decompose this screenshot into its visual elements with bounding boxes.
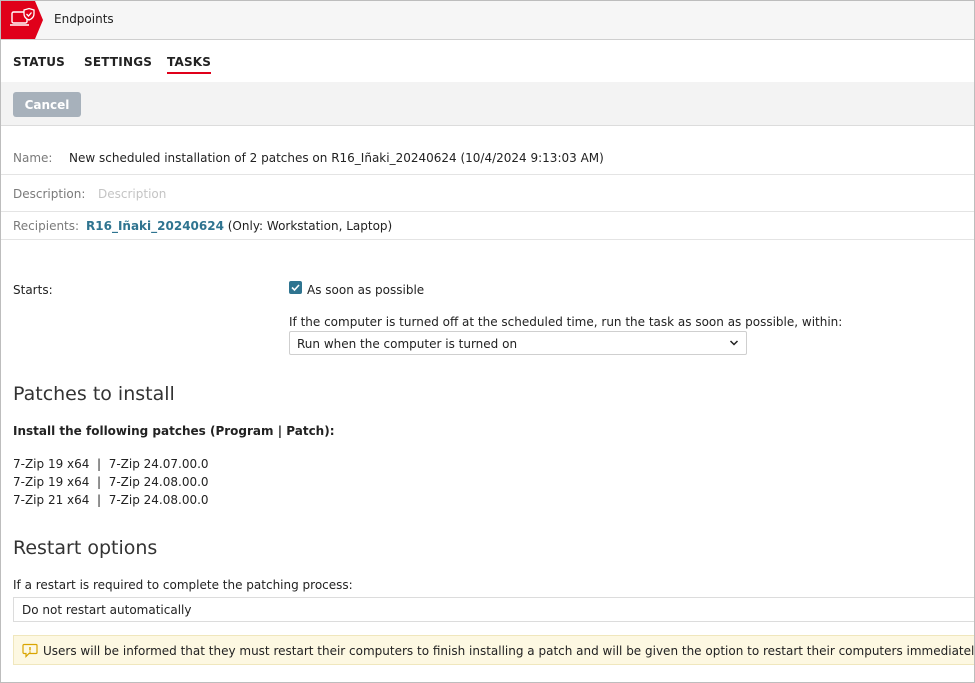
- restart-question: If a restart is required to complete the…: [13, 578, 353, 592]
- patch-item: 7-Zip 19 x64 | 7-Zip 24.07.00.0: [13, 457, 209, 471]
- tab-status[interactable]: STATUS: [13, 55, 65, 69]
- toolbar: Cancel: [1, 82, 974, 126]
- recipients-row: Recipients: R16_Iñaki_20240624 (Only: Wo…: [1, 212, 974, 240]
- recipients-filter: (Only: Workstation, Laptop): [223, 219, 393, 233]
- description-label: Description:: [13, 187, 86, 201]
- patch-item: 7-Zip 21 x64 | 7-Zip 24.08.00.0: [13, 493, 209, 507]
- patches-subtitle: Install the following patches (Program |…: [13, 424, 335, 438]
- restart-notice-text: Users will be informed that they must re…: [43, 644, 975, 658]
- recipients-link[interactable]: R16_Iñaki_20240624: [86, 219, 224, 233]
- tab-tasks[interactable]: TASKS: [167, 55, 212, 74]
- run-within-value: Run when the computer is turned on: [297, 337, 518, 351]
- tab-settings[interactable]: SETTINGS: [84, 55, 152, 69]
- name-label: Name:: [13, 151, 53, 165]
- window: Endpoints STATUS SETTINGS TASKS Cancel N…: [0, 0, 975, 683]
- chevron-down-icon: [729, 340, 739, 346]
- description-input[interactable]: Description: [98, 187, 166, 201]
- description-row: Description: Description: [1, 175, 974, 212]
- asap-checkbox[interactable]: [289, 281, 302, 294]
- offline-hint: If the computer is turned off at the sch…: [289, 315, 843, 329]
- tab-bar: STATUS SETTINGS TASKS: [1, 40, 974, 82]
- asap-label[interactable]: As soon as possible: [307, 283, 424, 297]
- task-name: New scheduled installation of 2 patches …: [69, 151, 604, 165]
- restart-title: Restart options: [13, 537, 158, 559]
- patches-title: Patches to install: [13, 383, 175, 405]
- name-row: Name: New scheduled installation of 2 pa…: [1, 127, 974, 175]
- restart-notice: Users will be informed that they must re…: [13, 635, 975, 665]
- restart-value: Do not restart automatically: [22, 603, 192, 617]
- app-title: Endpoints: [54, 12, 114, 26]
- restart-select[interactable]: Do not restart automatically: [13, 597, 974, 622]
- run-within-select[interactable]: Run when the computer is turned on: [289, 331, 747, 355]
- shield-check-icon[interactable]: [1, 1, 43, 39]
- recipients-label: Recipients:: [13, 219, 80, 233]
- recipients-value: R16_Iñaki_20240624 (Only: Workstation, L…: [86, 219, 392, 233]
- checkmark-icon: [291, 284, 300, 292]
- cancel-button[interactable]: Cancel: [13, 92, 81, 117]
- warning-icon: [22, 643, 38, 658]
- title-bar: Endpoints: [1, 1, 974, 40]
- patch-item: 7-Zip 19 x64 | 7-Zip 24.08.00.0: [13, 475, 209, 489]
- starts-label: Starts:: [13, 283, 53, 297]
